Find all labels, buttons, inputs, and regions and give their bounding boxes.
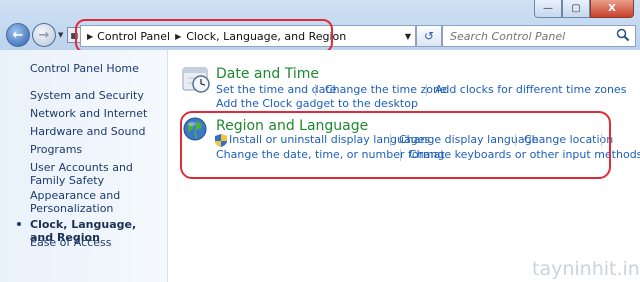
- search-input[interactable]: [448, 28, 612, 44]
- sidebar-item-ease-of-access[interactable]: Ease of Access: [30, 236, 162, 249]
- sidebar-item-programs[interactable]: Programs: [30, 143, 162, 156]
- sidebar-item-hardware-sound[interactable]: Hardware and Sound: [30, 125, 162, 138]
- sidebar-item-network-internet[interactable]: Network and Internet: [30, 107, 162, 120]
- back-arrow-icon: ←: [12, 27, 24, 43]
- refresh-icon: ↺: [423, 29, 435, 43]
- sidebar-item-system-security[interactable]: System and Security: [30, 89, 162, 102]
- refresh-button[interactable]: ↺: [416, 25, 442, 47]
- annotation-circle-region-language: [180, 111, 611, 179]
- search-box[interactable]: [442, 25, 636, 47]
- window-controls: — ▢ X: [534, 0, 634, 18]
- search-icon[interactable]: [616, 28, 630, 42]
- sidebar-item-control-panel-home[interactable]: Control Panel Home: [30, 62, 162, 75]
- link-set-time-date[interactable]: Set the time and date: [216, 83, 336, 96]
- category-title-date-time[interactable]: Date and Time: [216, 66, 319, 82]
- forward-arrow-icon: →: [38, 27, 50, 43]
- link-separator: [315, 84, 316, 96]
- sidebar: Control Panel Home System and Security N…: [0, 50, 168, 282]
- link-add-clocks[interactable]: Add clocks for different time zones: [435, 83, 626, 96]
- minimize-button[interactable]: —: [534, 0, 562, 18]
- date-time-clock-icon: [182, 67, 210, 93]
- back-button[interactable]: ←: [6, 23, 30, 47]
- maximize-button[interactable]: ▢: [562, 0, 590, 18]
- recent-pages-dropdown[interactable]: ▼: [58, 31, 63, 39]
- link-add-clock-gadget[interactable]: Add the Clock gadget to the desktop: [216, 97, 418, 110]
- link-change-time-zone[interactable]: Change the time zone: [325, 83, 447, 96]
- sidebar-item-user-accounts[interactable]: User Accounts and Family Safety: [30, 161, 162, 187]
- sidebar-item-appearance[interactable]: Appearance and Personalization: [30, 189, 162, 215]
- navigation-buttons: ← → ▼ ▦: [6, 22, 82, 48]
- address-dropdown-icon[interactable]: ▼: [405, 32, 411, 41]
- link-separator: [426, 84, 427, 96]
- active-bullet-icon: [17, 222, 21, 226]
- forward-button[interactable]: →: [32, 23, 56, 47]
- close-button[interactable]: X: [590, 0, 634, 18]
- watermark: tayninhit.info: [532, 258, 640, 280]
- annotation-circle-breadcrumb: [75, 19, 333, 53]
